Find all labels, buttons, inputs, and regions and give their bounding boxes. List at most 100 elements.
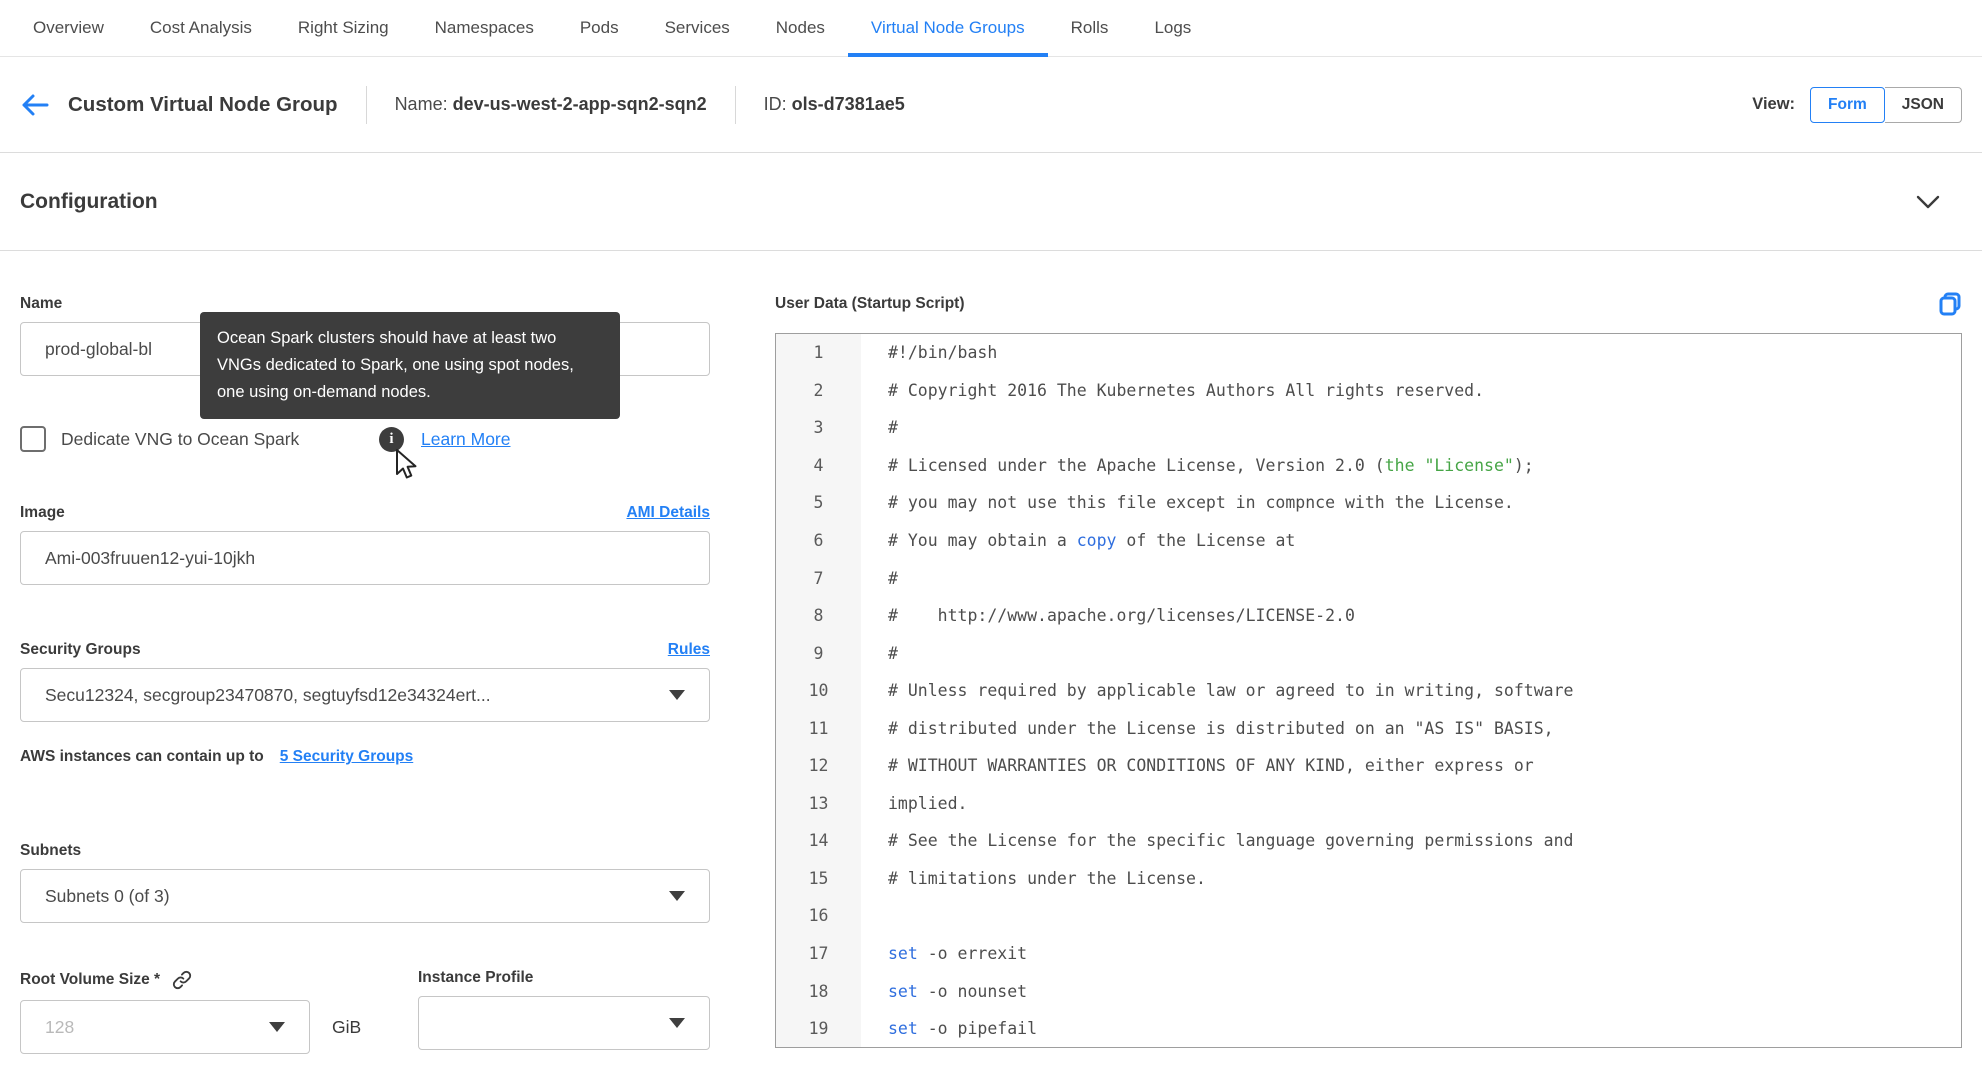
line-number: 9: [776, 634, 861, 672]
image-input[interactable]: Ami-003fruuen12-yui-10jkh: [20, 531, 710, 585]
code-line: 2 # Copyright 2016 The Kubernetes Authors…: [776, 371, 1961, 410]
dropdown-caret-icon: [269, 1022, 285, 1032]
code-line-text: # limitations under the License.: [888, 868, 1206, 888]
security-groups-select[interactable]: Secu12324, secgroup23470870, segtuyfsd12…: [20, 668, 710, 722]
vng-name-label: Name:: [394, 94, 448, 114]
code-line: 14 # See the License for the specific lan…: [776, 822, 1961, 860]
code-line: 18 set -o nounset: [776, 972, 1961, 1010]
name-field-label: Name: [20, 295, 63, 312]
line-number: 11: [776, 709, 861, 748]
section-title: Configuration: [20, 189, 158, 213]
dropdown-caret-icon: [669, 891, 685, 901]
vng-id-label: ID:: [763, 94, 787, 114]
code-line: 13 implied.: [776, 784, 1961, 823]
learn-more-link[interactable]: Learn More: [421, 429, 511, 450]
tab-services[interactable]: Services: [642, 0, 753, 56]
code-line-text: # http://www.apache.org/licenses/LICENSE…: [888, 606, 1355, 626]
subnets-label: Subnets: [20, 842, 82, 859]
security-groups-helper-text: AWS instances can contain up to: [20, 748, 264, 765]
line-number: 6: [776, 521, 861, 560]
code-line-text: implied.: [888, 793, 968, 813]
line-number: 4: [776, 446, 861, 485]
name-input-value: prod-global-bl: [45, 338, 153, 359]
rules-link[interactable]: Rules: [668, 641, 710, 659]
code-line-text: # WITHOUT WARRANTIES OR CONDITIONS OF AN…: [888, 756, 1534, 776]
user-data-column: User Data (Startup Script) 1 #!/bin/bash 2…: [775, 251, 1962, 1054]
code-line-text: # Unless required by applicable law or a…: [888, 681, 1574, 701]
tab-right-sizing[interactable]: Right Sizing: [275, 0, 412, 56]
code-line: 15 # limitations under the License.: [776, 859, 1961, 898]
code-line-text: set -o errexit: [888, 944, 1028, 964]
code-line: 7 #: [776, 559, 1961, 597]
subnets-value: Subnets 0 (of 3): [45, 885, 170, 906]
code-line: 4 # Licensed under the Apache License, Ve…: [776, 446, 1961, 485]
tab-logs[interactable]: Logs: [1131, 0, 1214, 56]
info-icon[interactable]: i: [379, 426, 404, 452]
security-groups-helper-link[interactable]: 5 Security Groups: [280, 748, 414, 766]
code-line: 8 # http://www.apache.org/licenses/LICENS…: [776, 596, 1961, 635]
configuration-section-header[interactable]: Configuration: [0, 153, 1982, 251]
code-line: 1 #!/bin/bash: [776, 334, 1961, 372]
nav-tabs: Overview Cost Analysis Right Sizing Namespa…: [10, 0, 1214, 57]
line-number: 18: [776, 972, 861, 1010]
top-nav: Overview Cost Analysis Right Sizing Namespa…: [0, 0, 1982, 57]
root-volume-size-placeholder: 128: [45, 1016, 75, 1037]
back-button[interactable]: [20, 93, 50, 117]
code-line-text: # See the License for the specific langu…: [888, 831, 1574, 851]
line-number: 12: [776, 747, 861, 785]
code-line: 10 # Unless required by applicable law or…: [776, 671, 1961, 710]
divider: [734, 85, 736, 124]
view-option-json[interactable]: JSON: [1884, 86, 1962, 123]
line-number: 2: [776, 371, 861, 410]
page-header: Custom Virtual Node Group Name: dev-us-w…: [0, 57, 1982, 153]
line-number: 17: [776, 934, 861, 973]
code-line: 5 # you may not use this file except in c…: [776, 484, 1961, 522]
code-line-text: #!/bin/bash: [888, 343, 998, 363]
code-line: 17 set -o errexit: [776, 934, 1961, 973]
root-volume-size-select[interactable]: 128: [20, 1000, 310, 1054]
instance-profile-label: Instance Profile: [418, 969, 534, 986]
line-number: 16: [776, 897, 861, 935]
code-line: 9 #: [776, 634, 1961, 672]
code-line-text: # Licensed under the Apache License, Ver…: [888, 455, 1534, 475]
line-number: 3: [776, 409, 861, 447]
page-title: Custom Virtual Node Group: [68, 92, 338, 116]
line-number: 13: [776, 784, 861, 823]
vng-id-value: ols-d7381ae5: [791, 94, 905, 114]
image-input-value: Ami-003fruuen12-yui-10jkh: [45, 547, 256, 568]
subnets-select[interactable]: Subnets 0 (of 3): [20, 869, 710, 923]
image-field-label: Image: [20, 504, 65, 521]
vng-name: Name: dev-us-west-2-app-sqn2-sqn2: [395, 94, 707, 115]
tab-pods[interactable]: Pods: [557, 0, 642, 56]
divider: [365, 85, 367, 124]
line-number: 8: [776, 596, 861, 635]
instance-profile-select[interactable]: [418, 996, 710, 1050]
code-line-text: #: [888, 643, 898, 663]
line-number: 14: [776, 822, 861, 860]
code-line-text: set -o nounset: [888, 981, 1028, 1001]
code-line-text: # You may obtain a copy of the License a…: [888, 531, 1296, 550]
tab-cost-analysis[interactable]: Cost Analysis: [127, 0, 275, 56]
link-icon: [171, 969, 193, 991]
view-label: View:: [1752, 95, 1796, 113]
chevron-down-icon[interactable]: [1916, 195, 1940, 209]
dedicate-checkbox[interactable]: [20, 426, 46, 452]
tab-rolls[interactable]: Rolls: [1048, 0, 1132, 56]
code-line: 11 # distributed under the License is dis…: [776, 709, 1961, 748]
tab-virtual-node-groups[interactable]: Virtual Node Groups: [847, 0, 1048, 57]
view-option-form[interactable]: Form: [1810, 86, 1885, 123]
code-editor[interactable]: 1 #!/bin/bash 2 # Copyright 2016 The Kubern…: [775, 333, 1962, 1049]
code-line: 19 set -o pipefail: [776, 1009, 1961, 1048]
tab-overview[interactable]: Overview: [10, 0, 127, 56]
tab-namespaces[interactable]: Namespaces: [412, 0, 557, 56]
copy-icon[interactable]: [1938, 291, 1962, 317]
dedicate-checkbox-label: Dedicate VNG to Ocean Spark: [61, 428, 300, 449]
ami-details-link[interactable]: AMI Details: [626, 504, 710, 522]
tab-nodes[interactable]: Nodes: [753, 0, 848, 56]
dropdown-caret-icon: [669, 1018, 685, 1028]
user-data-title: User Data (Startup Script): [775, 295, 965, 312]
vng-name-value: dev-us-west-2-app-sqn2-sqn2: [452, 94, 707, 114]
line-number: 1: [776, 334, 861, 372]
line-number: 7: [776, 559, 861, 597]
view-switcher: View: Form JSON: [1752, 86, 1962, 123]
